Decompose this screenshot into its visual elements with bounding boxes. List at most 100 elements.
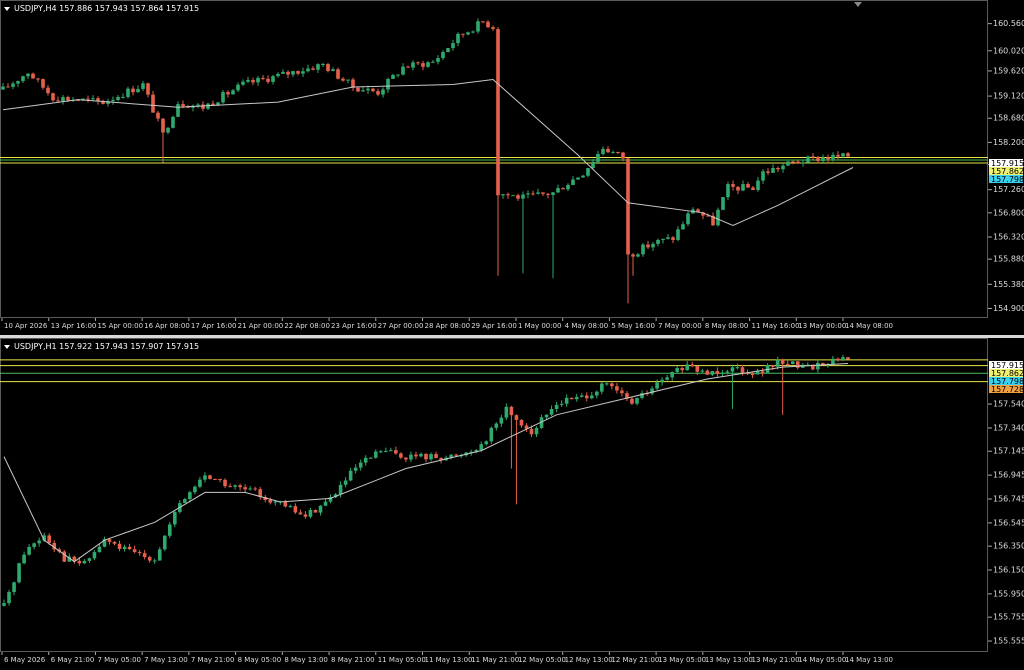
candle-body xyxy=(107,539,112,542)
candle-body xyxy=(56,100,60,102)
candle-body xyxy=(248,488,252,490)
candle-body xyxy=(66,97,70,101)
chart-menu-triangle-icon[interactable] xyxy=(4,344,10,349)
y-axis-tick-label: 156.945 xyxy=(993,471,1024,480)
x-axis-tick-label: 4 May 08:00 xyxy=(565,322,609,330)
moving-average-line xyxy=(2,78,854,226)
candle-body xyxy=(308,510,313,517)
x-axis-tick-label: 13 Apr 16:00 xyxy=(51,322,97,330)
candle-body xyxy=(36,78,40,80)
candle-body xyxy=(746,184,750,188)
candle-body xyxy=(188,492,192,500)
candle-body xyxy=(241,81,245,85)
candle-body xyxy=(213,478,217,480)
candle-body xyxy=(401,66,405,75)
candle-body xyxy=(546,193,550,195)
candle-body xyxy=(17,563,21,583)
candle-body xyxy=(620,390,624,394)
candle-body xyxy=(251,80,255,83)
candle-body xyxy=(183,499,187,504)
candle-body xyxy=(685,364,690,371)
candle-body xyxy=(404,457,408,460)
candle-body xyxy=(436,58,440,62)
candle-body xyxy=(471,31,475,33)
candle-body xyxy=(7,591,11,604)
chart-menu-triangle-icon[interactable] xyxy=(4,6,10,11)
candle-body xyxy=(61,97,65,102)
candle-body xyxy=(233,485,237,487)
candle-body xyxy=(791,161,795,163)
x-axis-tick-label: 14 May 13:00 xyxy=(845,656,893,664)
candle-body xyxy=(358,462,363,468)
candle-body xyxy=(316,64,320,70)
h4-candlestick-chart[interactable]: 160.560 160.020 159.620 159.120 158.680 158.2… xyxy=(0,0,1024,335)
x-axis-tick-label: 11 May 13:00 xyxy=(425,656,473,664)
y-axis-tick-label: 158.680 xyxy=(993,114,1024,123)
candle-body xyxy=(656,239,660,244)
h4-chart-pane[interactable]: USDJPY,H4 157.886 157.943 157.864 157.91… xyxy=(0,0,1024,335)
candle-body xyxy=(441,51,445,59)
candle-body xyxy=(725,371,730,373)
candle-body xyxy=(489,427,494,442)
x-axis-tick-label: 14 May 08:00 xyxy=(845,322,893,330)
candle-body xyxy=(841,357,845,361)
candle-body xyxy=(46,87,50,94)
candle-body xyxy=(152,560,157,562)
candle-body xyxy=(162,535,167,550)
x-axis-tick-label: 11 May 21:00 xyxy=(471,656,519,664)
candle-body xyxy=(670,371,674,378)
candle-body xyxy=(419,453,423,457)
candle-body xyxy=(484,441,489,445)
candle-body xyxy=(361,90,365,92)
candle-body xyxy=(720,372,725,374)
candle-body xyxy=(776,168,780,170)
price-label: 157.798 xyxy=(989,175,1024,184)
candle-body xyxy=(26,73,30,77)
x-axis-tick-label: 13 May 00:00 xyxy=(798,322,846,330)
candle-body xyxy=(431,61,435,63)
candle-body xyxy=(92,552,97,559)
candle-body xyxy=(111,99,115,102)
candle-body xyxy=(268,500,273,503)
x-axis-tick-label: 6 May 21:00 xyxy=(51,656,95,664)
candle-body xyxy=(790,361,795,365)
candle-body xyxy=(574,396,579,400)
candle-body xyxy=(146,83,150,95)
candle-body xyxy=(750,373,755,375)
candle-body xyxy=(421,63,425,67)
candle-body xyxy=(496,29,500,196)
candle-body xyxy=(561,188,565,190)
chart-shift-marker-icon[interactable] xyxy=(854,2,862,7)
x-axis-tick-label: 1 May 00:00 xyxy=(518,322,562,330)
y-axis-tick-label: 156.350 xyxy=(993,542,1024,551)
candle-body xyxy=(256,77,260,83)
candle-body xyxy=(726,184,730,198)
candle-body xyxy=(676,229,680,240)
candle-body xyxy=(831,154,835,160)
candle-body xyxy=(454,454,458,456)
candle-body xyxy=(226,92,230,95)
candle-body xyxy=(391,74,395,79)
candle-body xyxy=(51,93,55,101)
candle-body xyxy=(261,77,265,79)
candle-body xyxy=(238,485,242,488)
candle-body xyxy=(293,506,298,513)
candle-body xyxy=(112,541,117,544)
candle-body xyxy=(816,156,820,161)
candle-body xyxy=(273,501,278,503)
candle-body xyxy=(286,71,290,75)
candle-body xyxy=(161,118,165,133)
h1-chart-pane[interactable]: USDJPY,H1 157.922 157.943 157.907 157.91… xyxy=(0,338,1024,670)
x-axis-tick-label: 16 Apr 08:00 xyxy=(144,322,190,330)
candle-body xyxy=(414,454,418,457)
h1-candlestick-chart[interactable]: 157.540 157.340 157.145 156.945 156.745 156.5… xyxy=(0,338,1024,670)
candle-body xyxy=(127,546,132,550)
x-axis-tick-label: 8 May 13:00 xyxy=(284,656,328,664)
candle-body xyxy=(491,27,495,30)
candle-body xyxy=(171,116,175,128)
candle-body xyxy=(6,86,10,88)
candle-body xyxy=(122,546,127,549)
candle-body xyxy=(411,62,415,68)
candle-body xyxy=(41,79,45,88)
x-axis-tick-label: 17 Apr 16:00 xyxy=(191,322,237,330)
